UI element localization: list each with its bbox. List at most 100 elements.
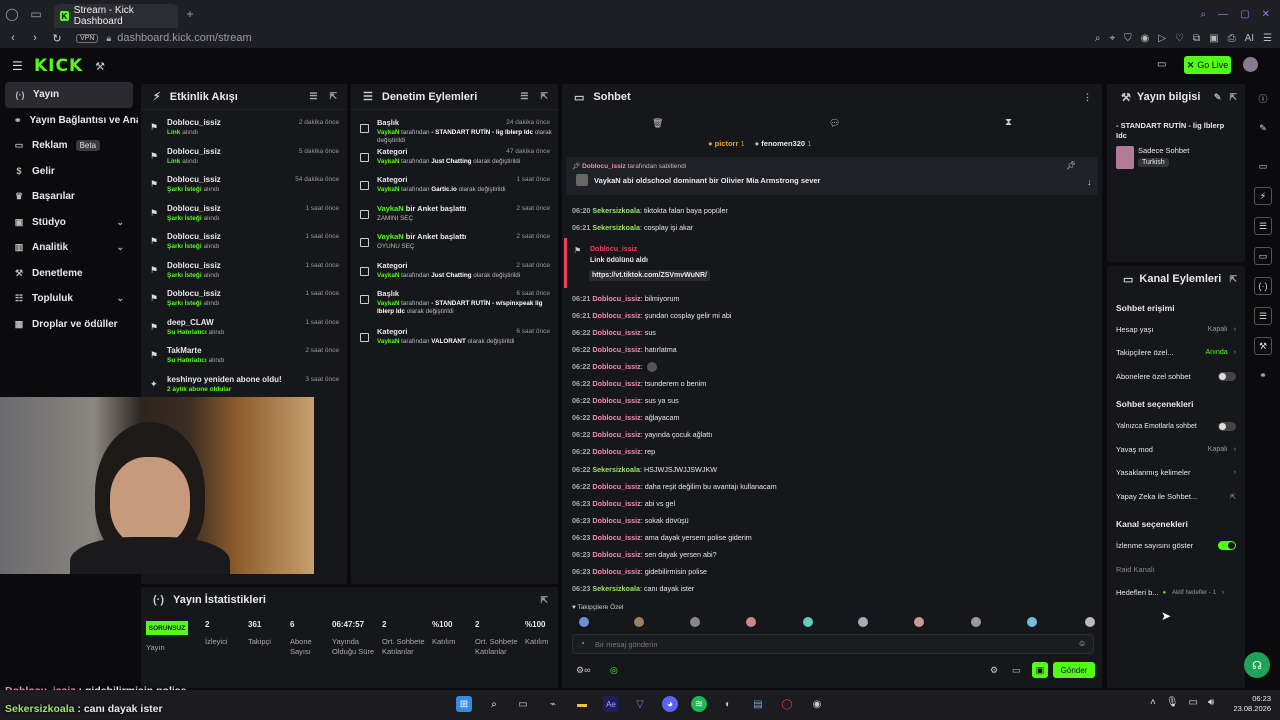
network-icon[interactable]: ▭: [1189, 697, 1198, 708]
microphone-icon[interactable]: 🎙︎: [1166, 697, 1179, 708]
activity-item[interactable]: ⚑ Doblocu_issiz Şarkı İsteği alındı 1 saat …: [141, 228, 347, 257]
chat-message[interactable]: 06:20 Sekersizkoala: tiktokta falan baya…: [572, 206, 728, 215]
chat-message[interactable]: 06:22 Doblocu_issiz: tsunderem o benim: [572, 379, 706, 388]
chat-username[interactable]: Sekersizkoala: [592, 223, 640, 232]
sidebar-item[interactable]: ▭ Reklam Beta: [0, 133, 138, 159]
activity-item[interactable]: ⚑ Doblocu_issiz Şarkı İsteği alındı 1 saat …: [141, 285, 347, 314]
chat-message[interactable]: 06:23 Sekersizkoala: canı dayak ister: [572, 584, 694, 593]
reward-link[interactable]: https://vt.tiktok.com/ZSVmvWuNR/: [589, 270, 710, 281]
subs-only-toggle[interactable]: [1218, 372, 1236, 381]
pinned-by-user[interactable]: Doblocu_issiz: [582, 163, 626, 170]
back-icon[interactable]: ‹: [4, 32, 22, 44]
moderation-dock-icon[interactable]: ☰: [1254, 307, 1272, 325]
goals-row[interactable]: Hedefleri b... ● Aktif hedefler - 1 ›: [1116, 588, 1236, 597]
steam-icon[interactable]: ◐: [720, 696, 736, 712]
chatter-avatar[interactable]: [914, 617, 924, 627]
emoji-icon[interactable]: ☺: [1078, 639, 1086, 648]
chat-message[interactable]: 06:22 Doblocu_issiz: hatırlatma: [572, 345, 677, 354]
chat-username[interactable]: Sekersizkoala: [592, 465, 640, 474]
chat-message[interactable]: 06:22 Sekersizkoala: HSJWJSJWJJSWJKW: [572, 465, 717, 474]
hamburger-icon[interactable]: ☰: [12, 59, 23, 73]
filter-icon[interactable]: ☰: [309, 91, 317, 102]
vpn-badge[interactable]: VPN: [76, 33, 99, 43]
chat-message[interactable]: 06:23 Doblocu_issiz: sen dayak yersen ab…: [572, 550, 717, 559]
chat-bubble-icon[interactable]: 💬︎: [829, 118, 840, 129]
activity-item[interactable]: ✦ keshinyo yeniden abone oldu! 2 aylık abo…: [141, 371, 347, 400]
chat-username[interactable]: Sekersizkoala: [592, 584, 640, 593]
ai-button[interactable]: AI: [1245, 33, 1254, 44]
list-icon[interactable]: ☰: [1254, 217, 1272, 235]
app-icon[interactable]: ▤: [750, 696, 766, 712]
emotes-only-toggle[interactable]: [1218, 422, 1236, 431]
go-live-button[interactable]: ✕ Go Live: [1184, 56, 1231, 74]
sidebar-item[interactable]: ⚒ Denetleme: [0, 261, 138, 287]
maximize-icon[interactable]: ▢: [1240, 9, 1249, 20]
moderation-item[interactable]: VaykaN bir Anket başlattı OYUNU SEÇ 2 saat…: [351, 228, 558, 257]
chat-message[interactable]: 06:22 Doblocu_issiz: sus ya sus: [572, 396, 679, 405]
chat-message[interactable]: 06:23 Doblocu_issiz: ama dayak yersem po…: [572, 533, 752, 542]
chat-username[interactable]: Doblocu_issiz: [592, 533, 640, 542]
support-chat-icon[interactable]: ☊: [1244, 652, 1270, 678]
chat-dock-icon[interactable]: ▭: [1254, 247, 1272, 265]
pen-icon[interactable]: ✎: [1254, 119, 1272, 137]
sidebar-item[interactable]: ⚭ Yayın Bağlantısı ve Anahtarı: [0, 108, 138, 134]
sidebar-item[interactable]: (·) Yayın: [5, 82, 133, 108]
forward-icon[interactable]: ›: [26, 32, 44, 44]
hourglass-icon[interactable]: ⧗: [1005, 117, 1012, 128]
chat-username[interactable]: Doblocu_issiz: [592, 550, 640, 559]
activity-item[interactable]: ⚑ Doblocu_issiz Şarkı İsteği alındı 1 saat …: [141, 200, 347, 229]
chat-message[interactable]: 06:23 Doblocu_issiz: gidebilirmisin poli…: [572, 567, 707, 576]
snapshot-icon[interactable]: ⎙: [1228, 33, 1236, 44]
chat-message[interactable]: 06:22 Doblocu_issiz: rep: [572, 447, 655, 456]
clock[interactable]: 06:23 23.08.2026: [1226, 694, 1271, 714]
discord-icon[interactable]: ◕: [662, 696, 678, 712]
moderation-item[interactable]: Kategori VaykaN tarafından Just Chatting …: [351, 143, 558, 172]
play-icon[interactable]: ▷: [1158, 33, 1166, 44]
chat-message[interactable]: 06:21 Sekersizkoala: cosplay işi akar: [572, 223, 693, 232]
sidebar-item[interactable]: ▣ Stüdyo ⌄: [0, 210, 138, 236]
chat-username[interactable]: Doblocu_issiz: [592, 362, 640, 371]
chat-username[interactable]: Doblocu_issiz: [592, 294, 640, 303]
moderation-item[interactable]: Kategori VaykaN tarafından Gartic.io olar…: [351, 171, 558, 200]
chatter-avatar[interactable]: [1027, 617, 1037, 627]
category-name[interactable]: Sadece Sohbet: [1138, 146, 1189, 155]
spotify-icon[interactable]: ≋: [691, 696, 707, 712]
more-icon[interactable]: ⋮: [1083, 92, 1092, 103]
file-explorer-icon[interactable]: ▬: [574, 696, 590, 712]
chat-message[interactable]: 06:22 Doblocu_issiz:: [572, 362, 657, 373]
send-button[interactable]: Gönder: [1053, 662, 1095, 678]
popout-icon[interactable]: ⇱: [540, 91, 548, 102]
activity-item[interactable]: ⚑ Doblocu_issiz Şarkı İsteği alındı 1 saat …: [141, 257, 347, 286]
chat-message[interactable]: 06:22 Doblocu_issiz: sus: [572, 328, 656, 337]
chat-username[interactable]: Doblocu_issiz: [592, 413, 640, 422]
chatter-avatar[interactable]: [1085, 617, 1095, 627]
tools-icon[interactable]: ⚒: [95, 60, 105, 73]
chat-username[interactable]: Doblocu_issiz: [592, 499, 640, 508]
popout-icon[interactable]: ⇱: [540, 595, 548, 606]
activity-item[interactable]: ⚑ Doblocu_issiz Link alındı 2 dakika önce: [141, 114, 347, 143]
popout-icon[interactable]: ⇱: [1229, 92, 1237, 103]
after-effects-icon[interactable]: Ae: [603, 696, 619, 712]
quick-action-icon[interactable]: ⚡︎: [1254, 187, 1272, 205]
proton-vpn-icon[interactable]: ▽: [632, 696, 648, 712]
menu-icon[interactable]: ☰: [1263, 33, 1272, 44]
activity-item[interactable]: ⚑ TakMarte Su Hatırlatıcı alındı 2 saat önc…: [141, 342, 347, 371]
chatter-avatar[interactable]: [746, 617, 756, 627]
browser-tab[interactable]: K Stream - Kick Dashboard: [54, 4, 178, 28]
chat-username[interactable]: Doblocu_issiz: [592, 396, 640, 405]
chat-username[interactable]: Doblocu_issiz: [592, 328, 640, 337]
sidebar-item[interactable]: $ Gelir: [0, 159, 138, 185]
raid-row[interactable]: Raid Kanalı: [1116, 565, 1236, 574]
volume-icon[interactable]: 🔊︎: [1208, 697, 1214, 708]
popout-icon[interactable]: ⇱: [1229, 274, 1237, 285]
chat-username[interactable]: Doblocu_issiz: [592, 430, 640, 439]
heart-icon[interactable]: ♡: [1175, 33, 1184, 44]
activity-item[interactable]: ⚑ Doblocu_issiz Şarkı İsteği alındı 54 daki…: [141, 171, 347, 200]
moderation-item[interactable]: Kategori VaykaN tarafından VALORANT olara…: [351, 323, 558, 352]
sidebar-item[interactable]: ☷ Topluluk ⌄: [0, 286, 138, 312]
chatter-avatar[interactable]: [634, 617, 644, 627]
filter-icon[interactable]: ☰: [520, 91, 528, 102]
connections-icon[interactable]: ⚭: [1254, 366, 1272, 384]
close-window-icon[interactable]: ✕: [1262, 9, 1270, 20]
points-icon[interactable]: ◎: [610, 665, 618, 676]
